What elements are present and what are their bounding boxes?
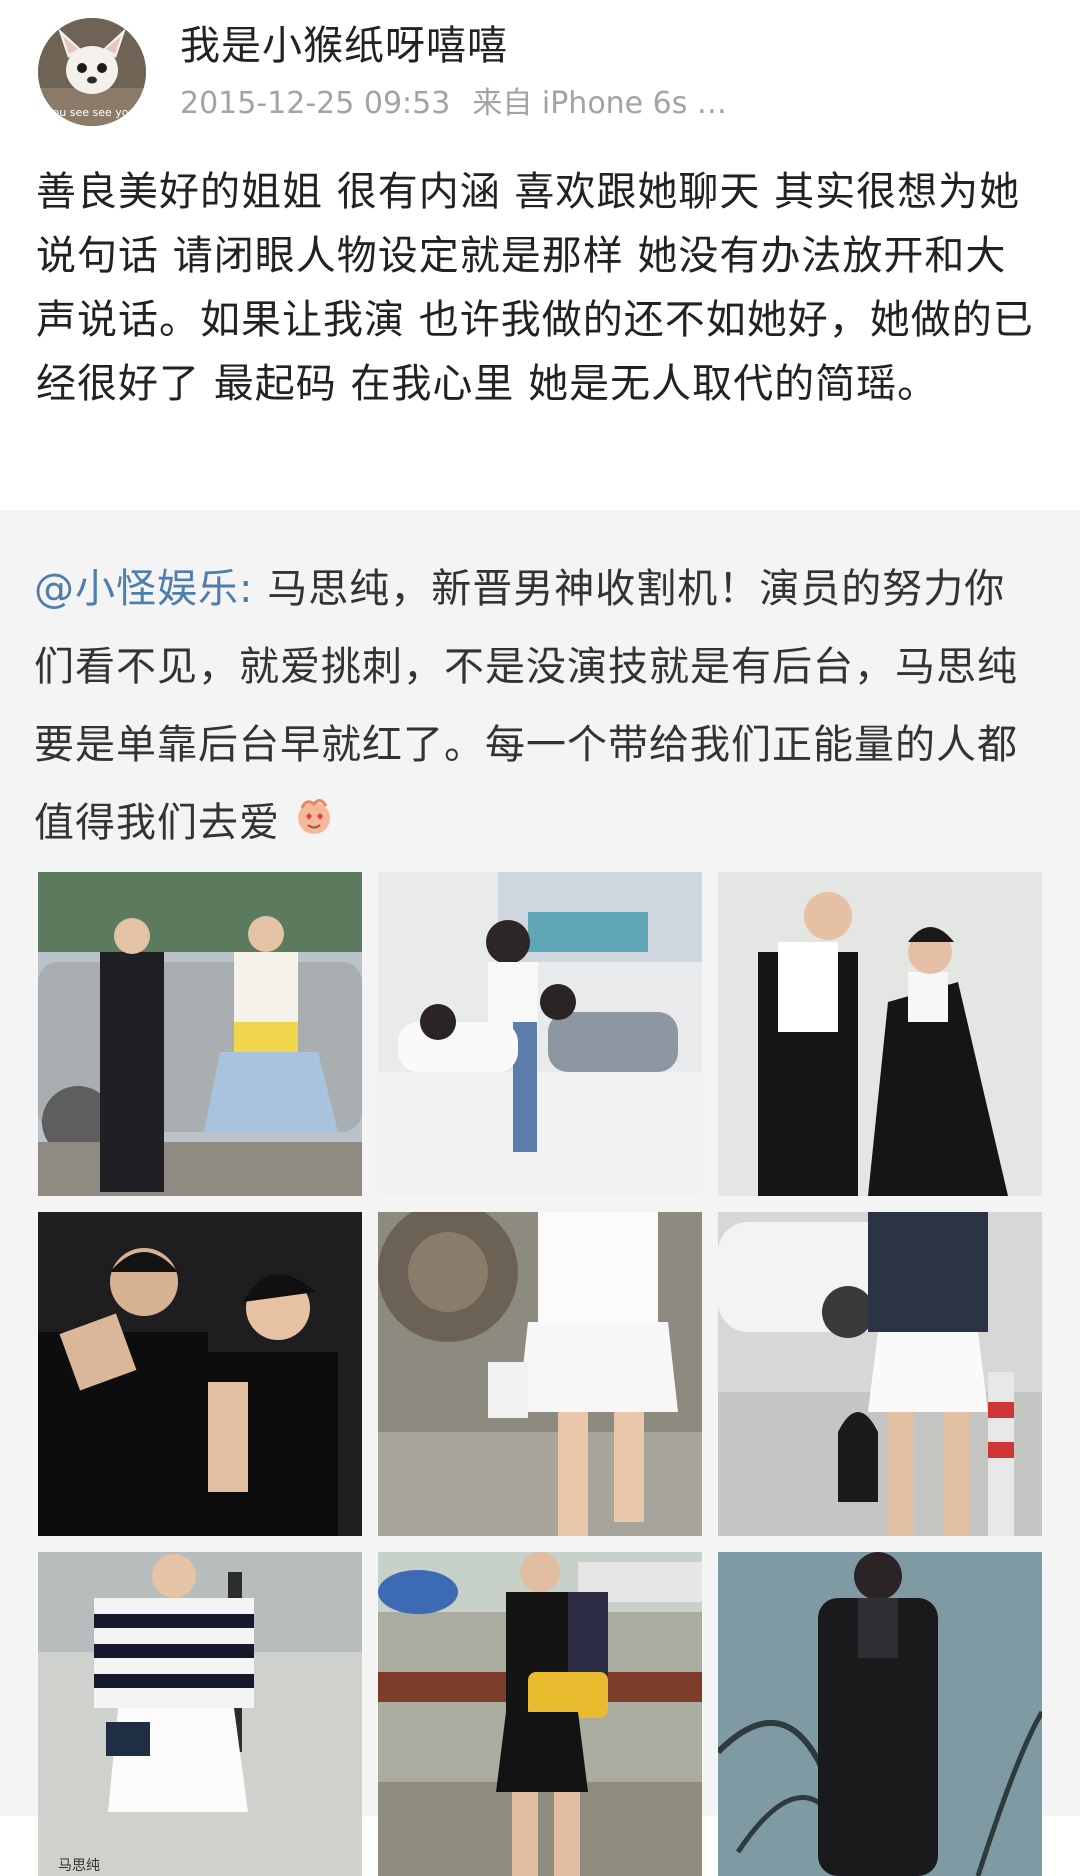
- heart-eyes-emoji-icon: [292, 786, 336, 864]
- post-header: you see see you 我是小猴纸呀嘻嘻 2015-12-25 09:5…: [0, 0, 1080, 140]
- photo-street-denim-jacket-icon: [718, 1212, 1042, 1536]
- repost-text-block: @小怪娱乐: 马思纯，新晋男神收割机！演员的努力你们看不见，就爱挑刺，不是没演技…: [34, 550, 1044, 864]
- image-thumb-3[interactable]: [718, 872, 1042, 1196]
- image-thumb-2[interactable]: [378, 872, 702, 1196]
- photo-couple-on-floor-icon: [378, 872, 702, 1196]
- photo-yellow-bag-icon: [378, 1552, 702, 1876]
- post-meta: 2015-12-25 09:53 来自 iPhone 6s …: [180, 84, 749, 124]
- photo-striped-top-icon: 马思纯: [38, 1552, 362, 1876]
- photo-couple-studio-icon: [718, 872, 1042, 1196]
- image-thumb-6[interactable]: [718, 1212, 1042, 1536]
- photo-legs-white-skirt-icon: [378, 1212, 702, 1536]
- photo-couple-close-up-icon: [38, 1212, 362, 1536]
- weibo-post: you see see you 我是小猴纸呀嘻嘻 2015-12-25 09:5…: [0, 0, 1080, 1876]
- image-caption: 马思纯: [58, 1858, 100, 1874]
- image-thumb-7[interactable]: 马思纯: [38, 1552, 362, 1876]
- image-thumb-4[interactable]: [38, 1212, 362, 1536]
- image-thumb-9[interactable]: [718, 1552, 1042, 1876]
- chihuahua-avatar-icon: you see see you: [38, 18, 146, 126]
- svg-text:you see see you: you see see you: [46, 106, 135, 119]
- post-text: 善良美好的姐姐 很有内涵 喜欢跟她聊天 其实很想为她说句话 请闭眼人物设定就是那…: [36, 169, 1034, 407]
- repost-card[interactable]: @小怪娱乐: 马思纯，新晋男神收割机！演员的努力你们看不见，就爱挑刺，不是没演技…: [0, 510, 1080, 1876]
- mention-link[interactable]: @小怪娱乐:: [34, 566, 253, 612]
- image-thumb-5[interactable]: [378, 1212, 702, 1536]
- photo-couple-by-car-icon: [38, 872, 362, 1196]
- avatar[interactable]: you see see you: [38, 18, 146, 126]
- photo-dark-coat-icon: [718, 1552, 1042, 1876]
- post-source[interactable]: 来自 iPhone 6s …: [472, 86, 727, 121]
- username[interactable]: 我是小猴纸呀嘻嘻: [180, 18, 508, 74]
- image-thumb-1[interactable]: [38, 872, 362, 1196]
- timestamp: 2015-12-25 09:53: [180, 86, 451, 121]
- image-thumb-8[interactable]: [378, 1552, 702, 1876]
